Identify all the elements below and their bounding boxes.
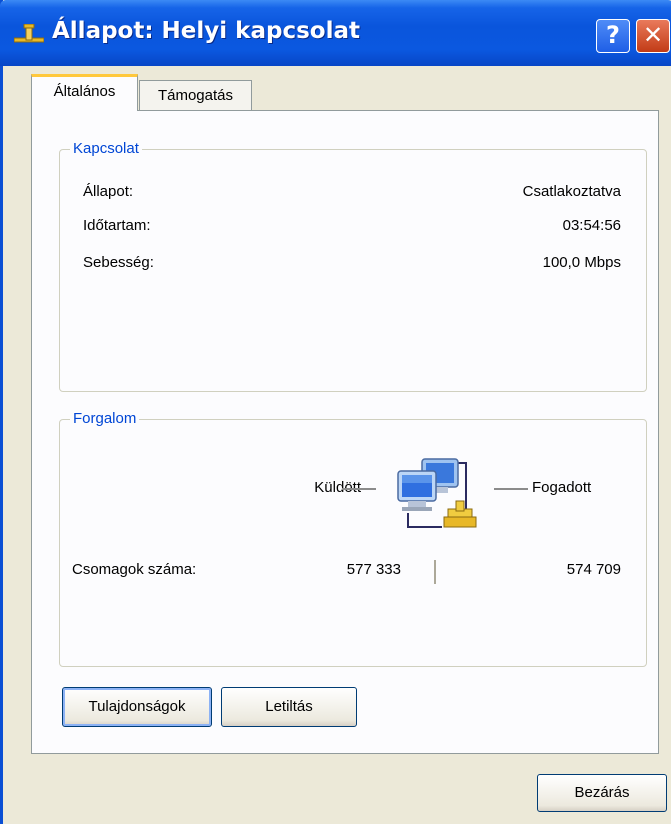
connection-group: Kapcsolat Állapot: Csatlakoztatva Időtar… [59, 139, 647, 392]
tab-general[interactable]: Általános [31, 74, 138, 111]
speed-value: 100,0 Mbps [542, 254, 621, 271]
status-dialog: Állapot: Helyi kapcsolat ? ✕ Általános T… [0, 0, 671, 824]
status-value: Csatlakoztatva [522, 183, 621, 200]
packets-received-value: 574 709 [566, 561, 621, 578]
general-tab-panel: Kapcsolat Állapot: Csatlakoztatva Időtar… [31, 110, 659, 754]
packets-separator [434, 560, 436, 584]
network-computers-icon [397, 458, 477, 528]
window-close-button[interactable]: ✕ [636, 19, 670, 53]
tab-support[interactable]: Támogatás [139, 80, 252, 111]
help-button[interactable]: ? [596, 19, 630, 53]
connection-group-legend: Kapcsolat [70, 139, 142, 159]
speed-label: Sebesség: [83, 254, 154, 271]
status-label: Állapot: [83, 183, 134, 200]
close-button[interactable]: Bezárás [537, 774, 667, 812]
packets-label: Csomagok száma: [72, 561, 197, 578]
duration-value: 03:54:56 [562, 217, 621, 234]
properties-button[interactable]: Tulajdonságok [62, 687, 212, 727]
window-title: Állapot: Helyi kapcsolat [52, 18, 360, 44]
sent-line [342, 488, 376, 490]
packets-sent-value: 577 333 [346, 561, 401, 578]
title-bar[interactable]: Állapot: Helyi kapcsolat ? ✕ [0, 0, 671, 66]
traffic-group: Forgalom Küldött Fogadott Csomagok száma… [59, 409, 647, 667]
received-label: Fogadott [532, 479, 592, 496]
received-line [494, 488, 528, 490]
network-connection-icon [14, 24, 44, 43]
disable-button[interactable]: Letiltás [221, 687, 357, 727]
duration-label: Időtartam: [83, 217, 151, 234]
traffic-group-legend: Forgalom [70, 409, 140, 429]
